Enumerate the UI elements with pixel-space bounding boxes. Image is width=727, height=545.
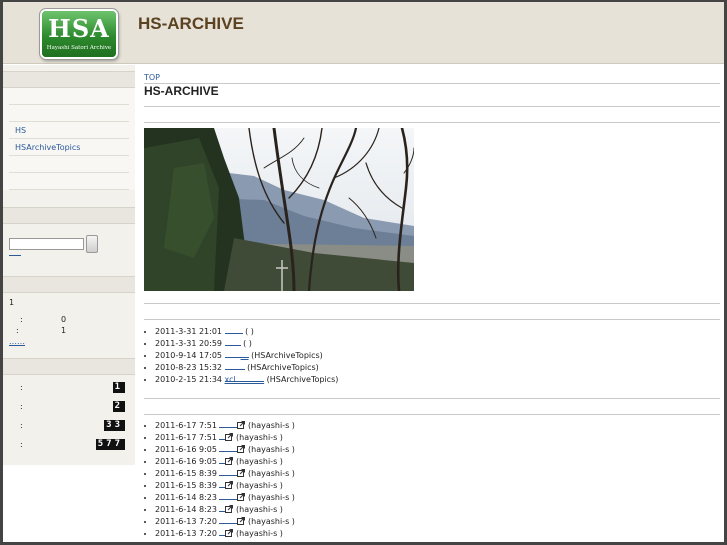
- stats-colon-2: :: [16, 326, 19, 335]
- list-item: 2011-6-14 8:23 (hayashi-s ): [155, 492, 295, 504]
- external-link-icon[interactable]: [225, 481, 234, 489]
- list-item: 2011-6-14 8:23 (hayashi-s ): [155, 504, 295, 516]
- page-title: HS-ARCHIVE: [144, 84, 219, 98]
- divider: [144, 414, 720, 415]
- entry-link[interactable]: [224, 362, 245, 370]
- update-link[interactable]: [219, 420, 238, 428]
- sidebar-item-2[interactable]: [9, 105, 129, 122]
- update-link[interactable]: [219, 516, 238, 524]
- divider: [144, 83, 720, 84]
- counter-value-1: 1: [112, 382, 125, 393]
- sidebar-item-hsarchivetopics[interactable]: HSArchiveTopics: [9, 139, 129, 156]
- counter-value-4: 577: [95, 439, 125, 450]
- sidebar-menu-header: [3, 71, 135, 88]
- sidebar-item-6[interactable]: [9, 173, 129, 190]
- entry-link[interactable]: xcl …: [224, 374, 265, 384]
- external-link-icon[interactable]: [237, 421, 246, 429]
- site-logo[interactable]: HSA Hayashi Satori Archive: [40, 9, 118, 59]
- search-button[interactable]: [86, 235, 98, 253]
- list-item: 2011-3-31 21:01 ( ): [155, 326, 338, 338]
- counter-colon-1: :: [20, 383, 23, 392]
- search-input[interactable]: [9, 238, 84, 250]
- sidebar-item-1[interactable]: [9, 88, 129, 105]
- mountain-photo-image: [144, 128, 414, 291]
- external-link-icon[interactable]: [225, 433, 234, 441]
- update-link[interactable]: [219, 468, 238, 476]
- stats-value-1: 0: [61, 315, 67, 324]
- list-item: 2011-6-16 9:05 (hayashi-s ): [155, 456, 295, 468]
- header-photo: [144, 128, 414, 291]
- stats-value-2: 1: [61, 326, 67, 335]
- entry-link[interactable]: …: [224, 350, 249, 360]
- external-link-icon[interactable]: [237, 445, 246, 453]
- recent-updates-list: 2011-6-17 7:51 (hayashi-s ) 2011-6-17 7:…: [155, 420, 295, 540]
- list-item: 2010-2-15 21:34 xcl … (HSArchiveTopics): [155, 374, 338, 386]
- list-item: 2011-6-13 7:20 (hayashi-s ): [155, 528, 295, 540]
- divider: [144, 319, 720, 320]
- external-link-icon[interactable]: [237, 493, 246, 501]
- list-item: 2010-9-14 17:05 … (HSArchiveTopics): [155, 350, 338, 362]
- counter-header: [3, 358, 135, 375]
- list-item: 2011-6-17 7:51 (hayashi-s ): [155, 432, 295, 444]
- advanced-search-link[interactable]: [9, 255, 21, 256]
- entry-link[interactable]: [224, 326, 243, 334]
- counter-colon-2: :: [20, 402, 23, 411]
- divider: [144, 303, 720, 304]
- list-item: 2010-8-23 15:32 (HSArchiveTopics): [155, 362, 338, 374]
- list-item: 2011-6-15 8:39 (hayashi-s ): [155, 480, 295, 492]
- counter-value-2: 2: [112, 401, 125, 412]
- site-title[interactable]: HS-ARCHIVE: [138, 14, 244, 34]
- sidebar-link-hsarchivetopics[interactable]: HSArchiveTopics: [15, 143, 80, 152]
- sidebar: HS HSArchiveTopics 1 : 0 : 1 …… : 1 : 2 …: [3, 65, 135, 465]
- sidebar-item-hs[interactable]: HS: [9, 122, 129, 139]
- sidebar-link-hs[interactable]: HS: [15, 126, 26, 135]
- recent-entries-list: 2011-3-31 21:01 ( ) 2011-3-31 20:59 ( ) …: [155, 326, 338, 386]
- entry-link[interactable]: [224, 338, 241, 346]
- breadcrumb-top[interactable]: TOP: [144, 73, 160, 82]
- stats-more-link[interactable]: ……: [9, 337, 25, 346]
- external-link-icon[interactable]: [237, 469, 246, 477]
- page-frame: HSA Hayashi Satori Archive HS-ARCHIVE HS…: [0, 0, 727, 545]
- divider: [144, 398, 720, 399]
- sidebar-menu: HS HSArchiveTopics: [3, 88, 135, 190]
- logo-subtitle: Hayashi Satori Archive: [46, 45, 112, 51]
- external-link-icon[interactable]: [225, 505, 234, 513]
- divider: [144, 122, 720, 123]
- stats-colon-1: :: [20, 315, 23, 324]
- counter-value-3: 33: [104, 420, 125, 431]
- sidebar-item-5[interactable]: [9, 156, 129, 173]
- counter-colon-4: :: [20, 440, 23, 449]
- update-link[interactable]: [219, 492, 238, 500]
- list-item: 2011-6-16 9:05 (hayashi-s ): [155, 444, 295, 456]
- list-item: 2011-6-15 8:39 (hayashi-s ): [155, 468, 295, 480]
- search-header: [3, 207, 135, 224]
- list-item: 2011-6-17 7:51 (hayashi-s ): [155, 420, 295, 432]
- logo-letters: HSA: [48, 14, 110, 43]
- list-item: 2011-6-13 7:20 (hayashi-s ): [155, 516, 295, 528]
- stats-header: [3, 276, 135, 293]
- external-link-icon[interactable]: [237, 517, 246, 525]
- external-link-icon[interactable]: [225, 529, 234, 537]
- divider: [144, 106, 720, 107]
- external-link-icon[interactable]: [225, 457, 234, 465]
- list-item: 2011-3-31 20:59 ( ): [155, 338, 338, 350]
- update-link[interactable]: [219, 444, 238, 452]
- stats-label: 1: [9, 298, 15, 307]
- counter-colon-3: :: [20, 421, 23, 430]
- site-header: HSA Hayashi Satori Archive HS-ARCHIVE: [3, 2, 724, 64]
